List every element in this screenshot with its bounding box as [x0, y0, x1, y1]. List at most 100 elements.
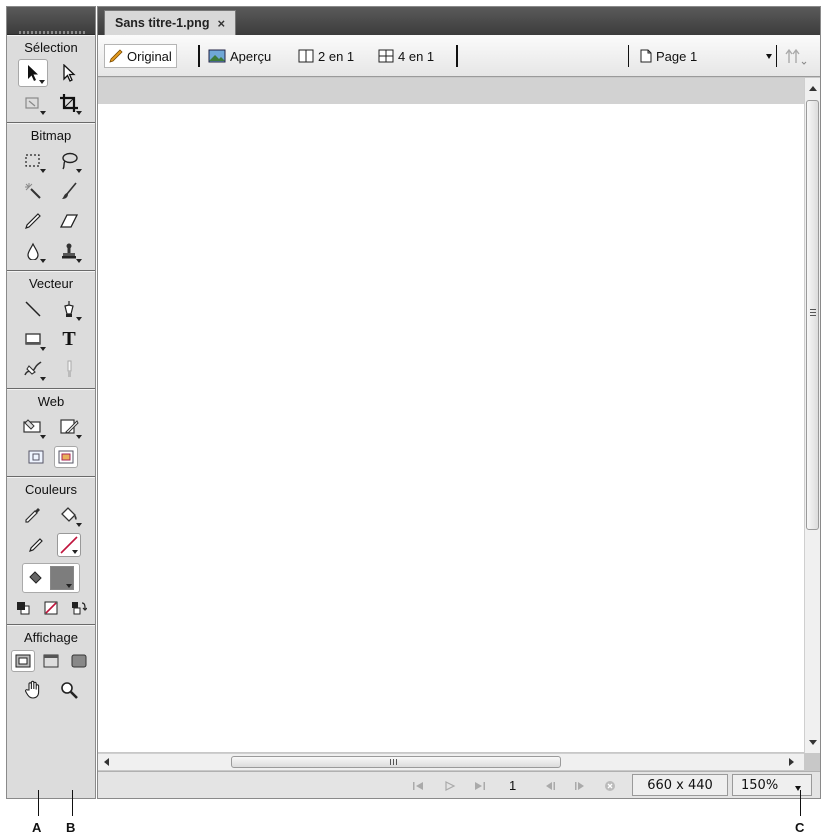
default-colors-button[interactable]: [11, 597, 35, 619]
marquee-tool[interactable]: [18, 147, 48, 175]
maximized-screen-mode-button[interactable]: [39, 650, 63, 672]
close-icon: [605, 781, 615, 791]
bitmap-section-title: Bitmap: [30, 128, 72, 143]
callout-c-label: C: [795, 820, 805, 835]
current-frame-number: 1: [509, 778, 517, 793]
play-button[interactable]: [443, 780, 457, 792]
pencil-tool[interactable]: [18, 207, 48, 235]
preview-image-icon: [208, 49, 226, 63]
crop-tool[interactable]: [54, 89, 84, 117]
canvas-size-readout[interactable]: 660 x 440: [632, 774, 728, 796]
default-colors-icon: [17, 602, 30, 615]
colors-section: Couleurs: [7, 477, 95, 625]
last-frame-icon: [475, 782, 485, 790]
magic-wand-tool[interactable]: [18, 177, 48, 205]
tab-4-up[interactable]: 4 en 1: [374, 44, 438, 68]
selection-section: Sélection: [7, 35, 95, 123]
last-frame-button[interactable]: [473, 780, 487, 792]
magnifier-icon: [61, 682, 78, 699]
rectangle-icon: [25, 333, 41, 345]
show-slices-button[interactable]: [54, 446, 78, 468]
page-select[interactable]: Page 1: [636, 44, 772, 68]
vertical-scrollbar[interactable]: [804, 78, 820, 753]
slice-icon: [60, 419, 79, 434]
fireworks-window: Sélection Bitmap Vecteur T Web Couleurs …: [0, 0, 826, 839]
standard-screen-icon: [15, 654, 31, 668]
swap-colors-icon: [72, 602, 87, 615]
swap-colors-button[interactable]: [67, 597, 91, 619]
rubber-stamp-icon: [62, 243, 76, 259]
tab-original[interactable]: Original: [104, 44, 177, 68]
document-tab[interactable]: Sans titre-1.png ×: [104, 10, 237, 35]
page-icon: [640, 49, 652, 63]
no-color-button[interactable]: [39, 597, 63, 619]
stop-button[interactable]: [603, 780, 617, 792]
canvas-size-value: 660 x 440: [647, 777, 713, 793]
text-tool[interactable]: T: [54, 325, 84, 353]
horizontal-scrollbar[interactable]: [98, 753, 804, 770]
page-separator: [776, 45, 777, 67]
next-frame-button[interactable]: [573, 780, 587, 792]
fill-bucket-icon: [29, 571, 42, 584]
stroke-color-swatch[interactable]: [57, 533, 81, 557]
hand-icon: [24, 680, 40, 699]
full-screen-icon: [71, 654, 87, 668]
tab-2-up[interactable]: 2 en 1: [294, 44, 358, 68]
blur-tool[interactable]: [18, 237, 48, 265]
hand-tool[interactable]: [18, 676, 48, 704]
web-section: Web: [7, 389, 95, 477]
marquee-icon: [25, 154, 40, 167]
panel-grip[interactable]: [19, 31, 85, 34]
full-screen-mode-button[interactable]: [67, 650, 91, 672]
pointer-tool[interactable]: [18, 59, 48, 87]
selection-section-title: Sélection: [24, 40, 78, 55]
freeform-icon: [24, 361, 42, 376]
close-tab-icon[interactable]: ×: [217, 16, 225, 31]
view-mode-bar: Original Aperçu 2 en 1 4 en 1 Page 1: [98, 35, 820, 77]
paint-bucket-tool[interactable]: [54, 501, 84, 529]
scroll-up-icon[interactable]: [809, 86, 817, 91]
previous-frame-button[interactable]: [543, 780, 557, 792]
document-window: Sans titre-1.png × Original Aperçu 2 en …: [97, 6, 821, 799]
rubber-stamp-tool[interactable]: [54, 237, 84, 265]
pen-nib-icon: [64, 301, 74, 317]
hotspot-tool[interactable]: [18, 413, 48, 441]
lasso-tool[interactable]: [54, 147, 84, 175]
callout-a-line: [38, 790, 39, 816]
fill-color-swatch[interactable]: [50, 566, 74, 590]
first-frame-button[interactable]: [411, 780, 425, 792]
vertical-scroll-thumb[interactable]: [806, 100, 819, 530]
pages-options-button[interactable]: [780, 44, 812, 68]
slice-tool[interactable]: [54, 413, 84, 441]
scale-tool[interactable]: [18, 89, 48, 117]
scroll-down-icon[interactable]: [809, 740, 817, 745]
colors-section-title: Couleurs: [24, 482, 78, 497]
zoom-tool[interactable]: [54, 676, 84, 704]
eyedropper-tool[interactable]: [18, 501, 48, 529]
tools-panel: Sélection Bitmap Vecteur T Web Couleurs …: [6, 6, 96, 799]
scroll-left-icon[interactable]: [104, 758, 109, 766]
scroll-right-icon[interactable]: [789, 758, 794, 766]
knife-tool[interactable]: [54, 355, 84, 383]
scale-icon: [25, 97, 39, 109]
bitmap-section: Bitmap: [7, 123, 95, 271]
line-tool[interactable]: [18, 295, 48, 323]
hide-slices-button[interactable]: [24, 446, 48, 468]
canvas-top-margin: [98, 78, 804, 104]
horizontal-scroll-thumb[interactable]: [231, 756, 561, 768]
callout-a-label: A: [32, 820, 42, 835]
chevron-down-icon: [766, 54, 772, 59]
document-tab-bar: Sans titre-1.png ×: [98, 7, 820, 35]
freeform-tool[interactable]: [18, 355, 48, 383]
hotspot-icon: [23, 419, 41, 433]
tab-preview[interactable]: Aperçu: [204, 44, 275, 68]
eraser-tool[interactable]: [54, 207, 84, 235]
zoom-select-value: 150%: [741, 777, 779, 793]
subselection-tool[interactable]: [54, 59, 84, 87]
canvas[interactable]: [98, 104, 804, 752]
rectangle-tool[interactable]: [18, 325, 48, 353]
pen-tool[interactable]: [54, 295, 84, 323]
hide-slices-icon: [28, 450, 44, 464]
standard-screen-mode-button[interactable]: [11, 650, 35, 672]
brush-tool[interactable]: [54, 177, 84, 205]
